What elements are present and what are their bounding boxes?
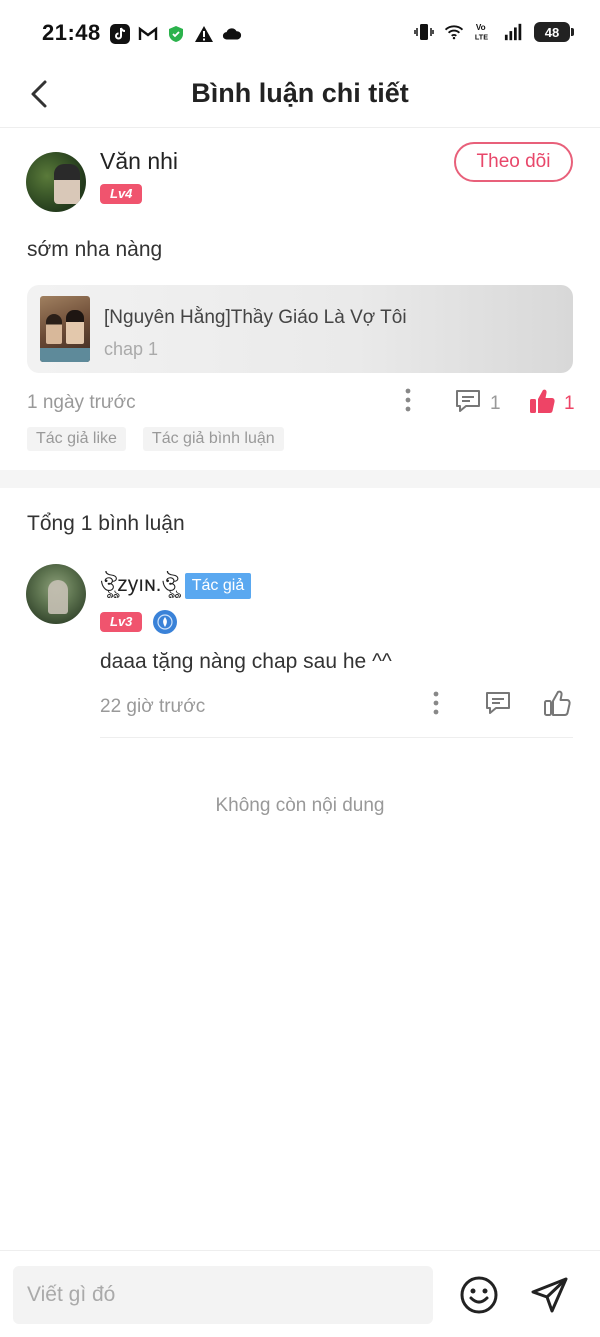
like-count: 1 (564, 392, 575, 414)
status-right-icons: Vo LTE 48 (414, 22, 574, 42)
bottom-bar (0, 1250, 600, 1337)
more-button[interactable] (424, 690, 448, 720)
comment-text: sớm nha nàng (27, 238, 163, 261)
status-bar: 21:48 Vo LTE 48 (0, 0, 600, 68)
tiktok-icon (110, 24, 130, 44)
avatar[interactable] (26, 152, 86, 212)
reply-text: daaa tặng nàng chap sau he ^^ (100, 650, 392, 673)
tag-author-comment: Tác giả bình luận (142, 427, 284, 451)
emoji-button[interactable] (459, 1275, 499, 1315)
status-time: 21:48 (42, 20, 101, 45)
section-divider (0, 470, 600, 488)
avatar[interactable] (26, 564, 86, 624)
book-cover (40, 296, 90, 362)
comment-input[interactable] (13, 1266, 433, 1324)
medal-icon (153, 610, 177, 634)
total-comments-label: Tổng 1 bình luận (27, 512, 185, 535)
reply-button[interactable]: 1 (454, 387, 501, 420)
reply-count: 1 (490, 392, 501, 414)
book-title: [Nguyên Hằng]Thầy Giáo Là Vợ Tôi (104, 307, 407, 328)
header: Bình luận chi tiết (0, 68, 600, 128)
reply-author-name[interactable]: ঔৣzyıɴ.ঔৣ (100, 568, 179, 603)
vibrate-icon (414, 22, 434, 42)
cloud-icon (222, 24, 242, 44)
like-button[interactable]: 1 (528, 387, 575, 420)
emoji-icon (459, 1276, 499, 1319)
battery-icon: 48 (534, 22, 574, 42)
more-button[interactable] (396, 387, 420, 417)
svg-text:Vo: Vo (476, 23, 486, 32)
row-divider (100, 737, 573, 738)
send-icon (530, 1277, 570, 1319)
follow-button[interactable]: Theo dõi (454, 142, 573, 182)
level-badge: Lv3 (100, 612, 143, 632)
shield-icon (166, 24, 186, 44)
status-left-icons (110, 24, 242, 44)
send-button[interactable] (530, 1275, 570, 1315)
thumbs-up-filled-icon (528, 387, 556, 420)
no-more-content: Không còn nội dung (215, 795, 385, 816)
reply-button[interactable] (484, 689, 512, 722)
volte-icon: Vo LTE (474, 22, 494, 42)
like-button[interactable] (543, 689, 571, 722)
comment-icon (454, 387, 482, 420)
signal-icon (504, 22, 524, 42)
reply-author-row: ঔৣzyıɴ.ঔৣ Tác giả (100, 568, 252, 603)
tag-author-like: Tác giả like (27, 427, 126, 451)
author-name[interactable]: Văn nhi (100, 148, 178, 175)
level-badge: Lv4 (100, 184, 143, 204)
gmail-icon (138, 24, 158, 44)
author-tag: Tác giả (184, 572, 252, 599)
book-chapter: chap 1 (104, 339, 159, 359)
main-comment: Văn nhi Lv4 Theo dõi sớm nha nàng [Nguyê… (0, 128, 600, 470)
svg-text:LTE: LTE (475, 32, 488, 41)
comment-icon (484, 689, 512, 722)
comment-time: 1 ngày trước (27, 392, 136, 413)
more-vertical-icon (404, 387, 412, 418)
warning-icon (194, 24, 214, 44)
thumbs-up-icon (543, 689, 571, 722)
page-title: Bình luận chi tiết (191, 78, 409, 108)
comment-tags: Tác giả like Tác giả bình luận (27, 427, 284, 451)
more-vertical-icon (432, 690, 440, 721)
wifi-icon (444, 22, 464, 42)
book-card[interactable]: [Nguyên Hằng]Thầy Giáo Là Vợ Tôi chap 1 (27, 285, 573, 373)
reply-time: 22 giờ trước (100, 696, 206, 717)
